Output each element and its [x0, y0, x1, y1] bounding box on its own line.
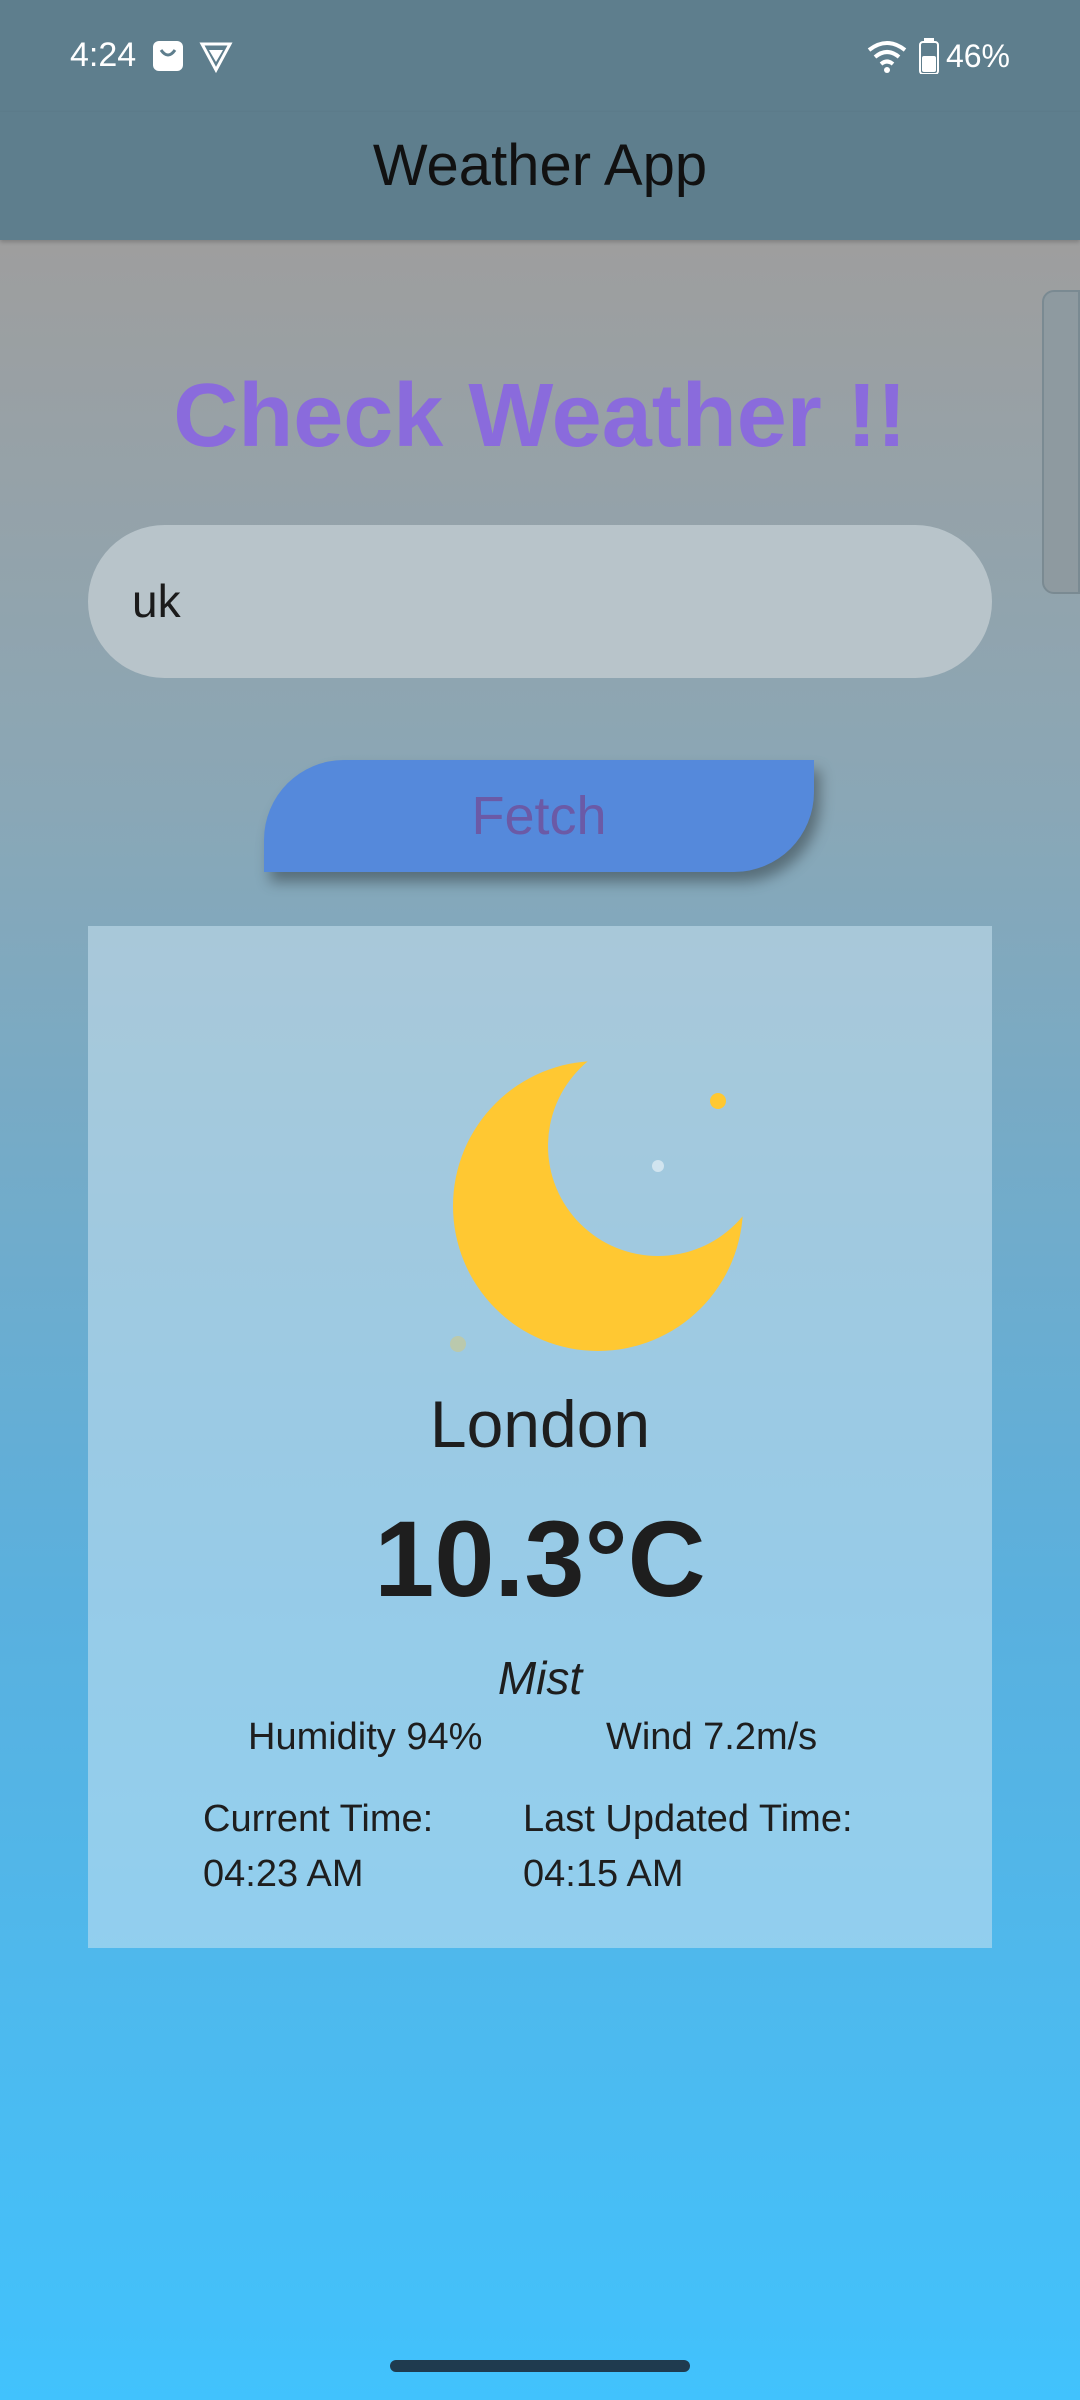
vpn-shield-icon: [198, 38, 234, 74]
current-time-value: 04:23 AM: [203, 1853, 364, 1895]
moon-icon: [428, 1026, 768, 1429]
status-time: 4:24: [70, 36, 137, 74]
weather-condition: Mist: [497, 1652, 583, 1704]
app-title: Weather App: [372, 133, 708, 198]
city-search-input[interactable]: [88, 525, 992, 678]
current-time-label: Current Time:: [203, 1798, 434, 1840]
temperature: 10.3°C: [374, 1498, 706, 1619]
last-updated-value: 04:15 AM: [523, 1853, 684, 1895]
battery-icon: [918, 38, 940, 75]
wifi-icon: [866, 38, 908, 74]
shopping-bag-icon: [150, 38, 186, 74]
wind-readout: Wind 7.2m/s: [606, 1716, 818, 1758]
humidity-readout: Humidity 94%: [248, 1716, 483, 1758]
app-bar: Weather App: [0, 112, 1080, 240]
weather-card: London 10.3°C Mist Humidity 94% Wind 7.2…: [88, 926, 992, 1948]
fetch-button[interactable]: Fetch: [264, 760, 814, 872]
last-updated-label: Last Updated Time:: [523, 1798, 853, 1840]
home-indicator[interactable]: [390, 2360, 690, 2372]
city-name: London: [429, 1387, 651, 1461]
page-headline: Check Weather !!: [173, 366, 907, 466]
status-bar: 4:24 46%: [0, 0, 1080, 112]
battery-percentage: 46%: [945, 38, 1010, 74]
